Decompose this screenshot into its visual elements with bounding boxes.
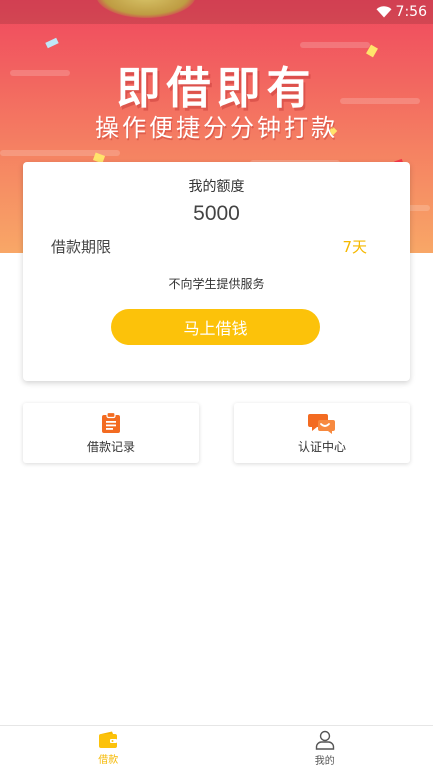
chat-bubbles-icon	[308, 413, 335, 434]
tile-loan-records[interactable]: 借款记录	[23, 403, 199, 463]
term-label: 借款期限	[51, 238, 112, 256]
tab-mine[interactable]: 我的	[217, 726, 433, 771]
banner-headline: 即借即有	[116, 63, 317, 114]
tab-borrow[interactable]: 借款	[0, 726, 217, 771]
tile-loan-records-label: 借款记录	[86, 439, 135, 454]
tile-auth-center-label: 认证中心	[297, 439, 346, 454]
wallet-icon	[99, 731, 118, 748]
loan-card: 我的额度 5000 借款期限 7天 不向学生提供服务 马上借钱	[23, 162, 410, 381]
wifi-icon	[376, 6, 392, 18]
tab-mine-label: 我的	[314, 756, 335, 767]
term-value[interactable]: 7天	[342, 236, 367, 257]
quota-value: 5000	[193, 202, 240, 225]
quota-label: 我的额度	[188, 179, 245, 195]
banner-subline: 操作便捷分分钟打款	[95, 114, 338, 142]
borrow-now-button[interactable]: 马上借钱	[111, 309, 320, 345]
status-bar: 7:56	[0, 0, 433, 24]
bottom-tab-bar: 借款 我的	[0, 725, 433, 771]
status-time: 7:56	[395, 4, 427, 20]
tile-auth-center[interactable]: 认证中心	[234, 403, 410, 463]
student-notice: 不向学生提供服务	[168, 277, 265, 291]
confetti-decoration	[45, 37, 59, 49]
tab-borrow-label: 借款	[98, 755, 119, 766]
user-icon	[315, 730, 334, 750]
clipboard-icon	[102, 411, 120, 433]
